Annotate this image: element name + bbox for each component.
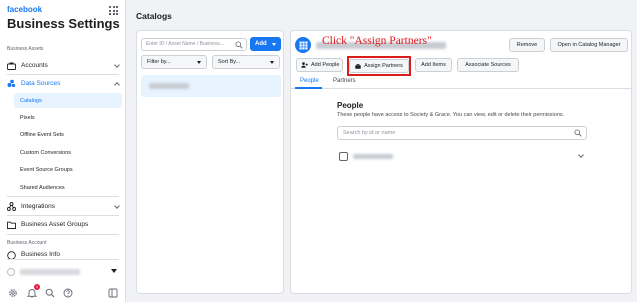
- person-name-redacted: [353, 154, 393, 159]
- tab-partners[interactable]: Partners: [333, 78, 356, 84]
- page-title: Catalogs: [136, 11, 172, 21]
- business-account-switcher[interactable]: [7, 266, 119, 278]
- avatar: [7, 268, 15, 276]
- gear-icon[interactable]: [8, 285, 18, 297]
- section-label-assets: Business Assets: [7, 46, 44, 52]
- search-icon[interactable]: [45, 285, 55, 298]
- search-placeholder: Search by id or name: [343, 130, 396, 136]
- remove-button[interactable]: Remove: [509, 38, 545, 52]
- briefcase-icon: [7, 61, 16, 70]
- caret-down-icon: [197, 61, 201, 64]
- divider: [7, 74, 119, 75]
- tab-bar: People Partners: [291, 75, 631, 89]
- app-title: Business Settings: [7, 16, 120, 31]
- catalog-detail-panel: Click "Assign Partners" Remove Open in C…: [290, 30, 632, 294]
- help-icon[interactable]: [63, 285, 73, 298]
- sidebar-item-business-asset-groups[interactable]: Business Asset Groups: [0, 217, 125, 232]
- sidebar-item-label: Business Info: [21, 251, 61, 258]
- app-grid-icon[interactable]: [109, 6, 118, 15]
- sidebar-subitem-offline-event-sets[interactable]: Offline Event Sets: [0, 127, 125, 142]
- search-icon: [235, 41, 243, 54]
- open-in-catalog-manager-button[interactable]: Open in Catalog Manager: [550, 38, 628, 52]
- section-label-account: Business Account: [7, 240, 47, 246]
- caret-down-icon: [111, 269, 117, 273]
- sidebar-item-data-sources[interactable]: Data Sources: [0, 76, 125, 91]
- integrations-icon: [7, 202, 16, 211]
- data-sources-icon: [7, 79, 16, 88]
- sidebar-item-label: Data Sources: [21, 80, 61, 87]
- chevron-up-icon: [114, 82, 120, 88]
- asset-search-input[interactable]: Enter ID / Asset Name / Business...: [141, 38, 247, 51]
- divider: [7, 234, 119, 235]
- panel-toggle-icon[interactable]: [108, 285, 118, 298]
- folder-icon: [7, 220, 16, 229]
- filter-label: Filter by...: [147, 59, 171, 65]
- info-icon: [7, 251, 16, 259]
- add-button-label: Add: [255, 41, 267, 47]
- chevron-down-icon: [114, 203, 120, 209]
- facebook-logo[interactable]: facebook: [7, 5, 42, 14]
- sort-dropdown[interactable]: Sort By...: [212, 55, 280, 69]
- associate-sources-button[interactable]: Associate Sources: [457, 58, 519, 72]
- add-items-button[interactable]: Add Items: [415, 58, 452, 72]
- table-row[interactable]: [337, 151, 587, 163]
- list-item[interactable]: [141, 75, 281, 97]
- search-placeholder: Enter ID / Asset Name / Business...: [146, 41, 225, 47]
- filter-dropdown[interactable]: Filter by...: [141, 55, 207, 69]
- people-search-input[interactable]: Search by id or name: [337, 126, 587, 140]
- sidebar-item-accounts[interactable]: Accounts: [0, 58, 125, 73]
- divider: [7, 259, 119, 260]
- section-title: People: [337, 101, 364, 110]
- tab-people[interactable]: People: [300, 78, 319, 84]
- sidebar-item-label: Integrations: [21, 203, 55, 210]
- sidebar-item-business-info[interactable]: Business Info: [0, 251, 125, 259]
- chevron-down-icon: [114, 62, 120, 68]
- add-button[interactable]: Add: [250, 37, 281, 51]
- sidebar: facebook Business Settings Business Asse…: [0, 0, 126, 302]
- add-people-label: Add People: [311, 62, 340, 68]
- sidebar-item-label: Accounts: [21, 62, 48, 69]
- sidebar-subitem-pixels[interactable]: Pixels: [0, 110, 125, 125]
- sidebar-subitem-event-source-groups[interactable]: Event Source Groups: [0, 162, 125, 177]
- catalog-list-panel: Enter ID / Asset Name / Business... Add …: [136, 30, 284, 294]
- notification-badge: 1: [34, 284, 40, 290]
- divider: [7, 215, 119, 216]
- caret-down-icon: [270, 61, 274, 64]
- sidebar-subitem-custom-conversions[interactable]: Custom Conversions: [0, 145, 125, 160]
- add-person-icon: [301, 62, 308, 68]
- person-icon: [339, 152, 348, 161]
- divider: [7, 196, 119, 197]
- add-people-button[interactable]: Add People: [296, 58, 343, 72]
- catalog-grid-icon: [295, 37, 311, 53]
- sidebar-subitem-shared-audiences[interactable]: Shared Audiences: [0, 180, 125, 195]
- sidebar-item-integrations[interactable]: Integrations: [0, 199, 125, 214]
- business-name-redacted: [20, 269, 80, 275]
- sort-label: Sort By...: [218, 59, 241, 65]
- caret-down-icon: [272, 43, 276, 46]
- search-icon: [574, 129, 582, 142]
- sidebar-item-label: Business Asset Groups: [21, 221, 89, 228]
- highlight-box: [347, 56, 411, 76]
- sidebar-footer: 1: [0, 284, 125, 299]
- section-description: These people have access to Society & Gr…: [337, 112, 565, 118]
- annotation-text: Click "Assign Partners": [322, 35, 432, 47]
- chevron-down-icon[interactable]: [578, 152, 584, 158]
- sidebar-subitem-catalogs[interactable]: Catalogs: [14, 93, 122, 108]
- catalog-name-redacted: [149, 83, 189, 89]
- active-tab-indicator: [295, 87, 322, 89]
